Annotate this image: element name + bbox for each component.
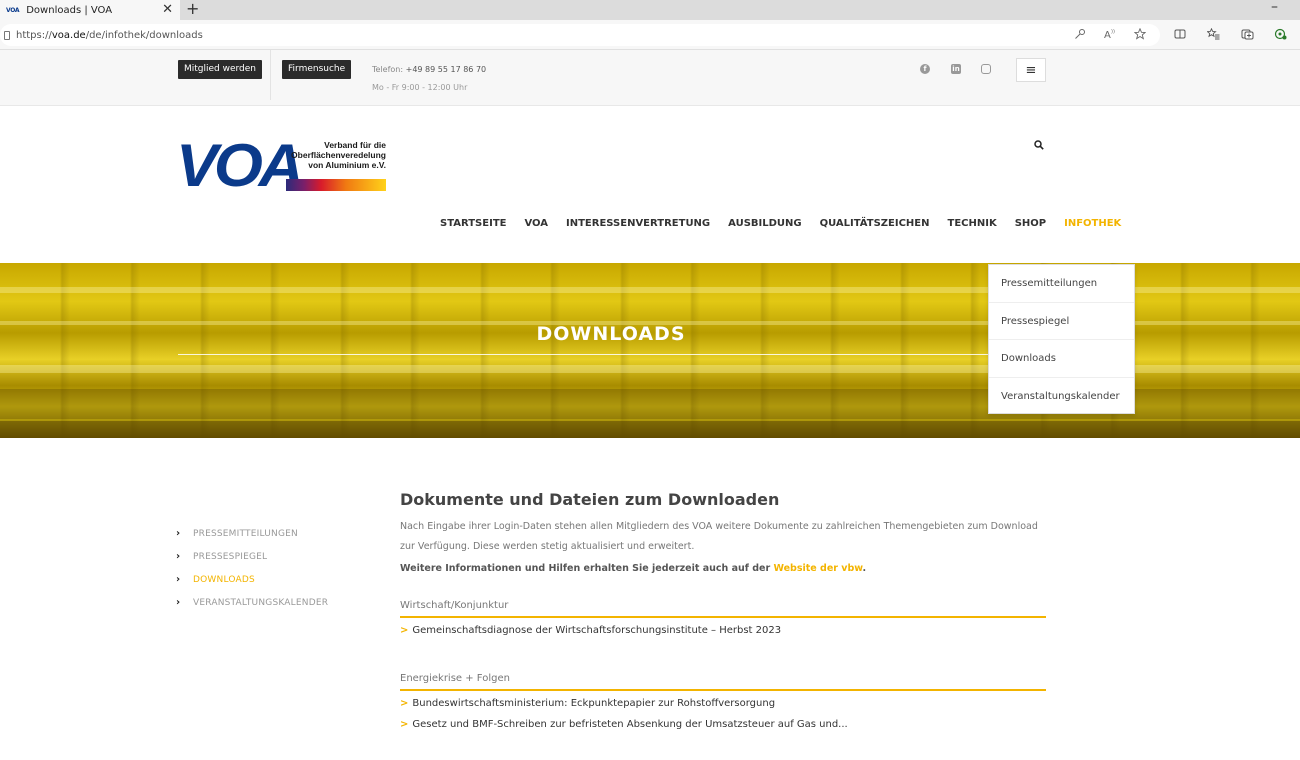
hero-divider [178, 354, 998, 355]
info-text-body: Weitere Informationen und Hilfen erhalte… [400, 563, 774, 574]
sidebar-item-downloads[interactable]: › DOWNLOADS [176, 568, 328, 591]
company-search-button[interactable]: Firmensuche [282, 60, 352, 79]
phone-info: Telefon: +49 89 55 17 86 70 [372, 65, 486, 74]
logo-text: Verband für die Oberflächenveredelung vo… [291, 140, 386, 170]
svg-text:A: A [1104, 30, 1111, 40]
voa-logo[interactable]: VOA Verband für die Oberflächenveredelun… [176, 132, 386, 199]
split-screen-icon[interactable] [1174, 28, 1186, 40]
linkedin-icon[interactable]: in [951, 64, 961, 74]
nav-voa[interactable]: VOA [524, 218, 548, 229]
search-icon[interactable] [1034, 140, 1044, 150]
logo-line-1: Verband für die [324, 140, 386, 150]
member-button[interactable]: Mitglied werden [178, 60, 263, 79]
browser-tab[interactable]: VOA Downloads | VOA ✕ [0, 0, 180, 20]
dropdown-item-pressemitteilungen[interactable]: Pressemitteilungen [989, 265, 1134, 303]
phone-label: Telefon: [372, 65, 406, 74]
nav-ausbildung[interactable]: AUSBILDUNG [728, 218, 801, 229]
address-bar[interactable]: https://voa.de/de/infothek/downloads [0, 24, 1160, 46]
section-heading: Energiekrise + Folgen [400, 673, 1046, 691]
tab-close-icon[interactable]: ✕ [162, 2, 173, 17]
nav-interessenvertretung[interactable]: INTERESSENVERTRETUNG [566, 218, 710, 229]
info-text-end: . [862, 563, 867, 574]
intro-paragraph: Nach Eingabe ihrer Login-Daten stehen al… [400, 521, 1038, 552]
sidebar-item-veranstaltungskalender[interactable]: › VERANSTALTUNGSKALENDER [176, 591, 328, 614]
svg-text:)): )) [1111, 29, 1115, 35]
download-label: Gesetz und BMF-Schreiben zur befristeten… [412, 719, 848, 730]
nav-technik[interactable]: TECHNIK [948, 218, 997, 229]
sidebar-item-label: PRESSEMITTEILUNGEN [193, 528, 298, 539]
vbw-website-link[interactable]: Website der vbw [773, 563, 862, 574]
logo-line-2: Oberflächenveredelung [291, 150, 386, 160]
section-energiekrise: Energiekrise + Folgen > Bundeswirtschafts… [400, 673, 1046, 733]
tab-title: Downloads | VOA [26, 4, 113, 16]
hero-shadow [0, 421, 1300, 438]
main-content: Dokumente und Dateien zum Downloaden Nac… [400, 490, 1046, 733]
phone-number[interactable]: +49 89 55 17 86 70 [406, 65, 487, 74]
nav-qualitaetszeichen[interactable]: QUALITÄTSZEICHEN [820, 218, 930, 229]
dropdown-item-pressespiegel[interactable]: Pressespiegel [989, 303, 1134, 340]
sidebar-item-label: DOWNLOADS [193, 574, 255, 585]
infothek-dropdown: Pressemitteilungen Pressespiegel Downloa… [988, 264, 1135, 414]
info-text: Weitere Informationen und Hilfen erhalte… [400, 563, 1046, 574]
browser-tab-bar: VOA Downloads | VOA ✕ + – [0, 0, 1300, 20]
sidebar-item-label: VERANSTALTUNGSKALENDER [193, 597, 329, 608]
new-tab-button[interactable]: + [186, 0, 199, 18]
nav-startseite[interactable]: STARTSEITE [440, 218, 506, 229]
dropdown-item-veranstaltungskalender[interactable]: Veranstaltungskalender [989, 378, 1134, 416]
arrow-icon: > [400, 719, 409, 730]
url-prefix: https:// [16, 29, 52, 41]
sidebar-item-label: PRESSESPIEGEL [193, 551, 268, 562]
url-path: /de/infothek/downloads [85, 29, 203, 41]
sidebar-item-pressespiegel[interactable]: › PRESSESPIEGEL [176, 545, 328, 568]
arrow-icon: > [400, 625, 409, 636]
site-top-bar: Mitglied werden Firmensuche Telefon: +49… [0, 50, 1300, 106]
collections-icon[interactable] [1241, 28, 1254, 40]
extensions-icon[interactable] [1274, 28, 1287, 40]
download-label: Bundeswirtschaftsministerium: Eckpunktep… [412, 698, 776, 709]
instagram-icon[interactable] [981, 64, 991, 74]
favicon-icon: VOA [6, 6, 20, 14]
arrow-icon: > [400, 698, 409, 709]
favorite-star-icon[interactable] [1134, 28, 1146, 40]
logo-color-bar [286, 179, 386, 191]
chevron-right-icon: › [176, 528, 181, 539]
dropdown-item-downloads[interactable]: Downloads [989, 340, 1134, 378]
sidebar-item-pressemitteilungen[interactable]: › PRESSEMITTEILUNGEN [176, 522, 328, 545]
chevron-right-icon: › [176, 597, 181, 608]
main-nav: STARTSEITE VOA INTERESSENVERTRETUNG AUSB… [440, 218, 1121, 229]
download-link[interactable]: > Bundeswirtschaftsministerium: Eckpunkte… [400, 698, 1046, 712]
content-title: Dokumente und Dateien zum Downloaden [400, 490, 780, 509]
lock-icon [4, 30, 10, 40]
section-wirtschaft: Wirtschaft/Konjunktur > Gemeinschaftsdiag… [400, 600, 1046, 639]
sidebar-nav: › PRESSEMITTEILUNGEN › PRESSESPIEGEL › D… [176, 522, 328, 614]
divider [270, 50, 271, 100]
download-label: Gemeinschaftsdiagnose der Wirtschaftsfor… [412, 625, 782, 636]
chevron-right-icon: › [176, 551, 181, 562]
section-heading: Wirtschaft/Konjunktur [400, 600, 1046, 618]
key-icon[interactable] [1074, 28, 1086, 40]
download-link[interactable]: > Gesetz und BMF-Schreiben zur befristete… [400, 719, 1046, 733]
nav-shop[interactable]: SHOP [1015, 218, 1046, 229]
hamburger-menu-button[interactable]: ≡ [1016, 58, 1046, 82]
minimize-button[interactable]: – [1271, 0, 1278, 15]
nav-infothek[interactable]: INFOTHEK [1064, 218, 1121, 229]
browser-toolbar: https://voa.de/de/infothek/downloads A)) [0, 20, 1300, 50]
download-link[interactable]: > Gemeinschaftsdiagnose der Wirtschaftsfo… [400, 625, 1046, 639]
chevron-right-icon: › [176, 574, 181, 585]
logo-line-3: von Aluminium e.V. [308, 160, 386, 170]
url-host: voa.de [51, 29, 86, 41]
opening-hours: Mo - Fr 9:00 - 12:00 Uhr [372, 83, 468, 92]
logo-mark: VOA [176, 132, 304, 199]
read-aloud-icon[interactable]: A)) [1104, 28, 1117, 40]
facebook-icon[interactable]: f [920, 64, 930, 74]
hamburger-icon: ≡ [1025, 62, 1037, 78]
favorites-list-icon[interactable] [1207, 28, 1220, 40]
